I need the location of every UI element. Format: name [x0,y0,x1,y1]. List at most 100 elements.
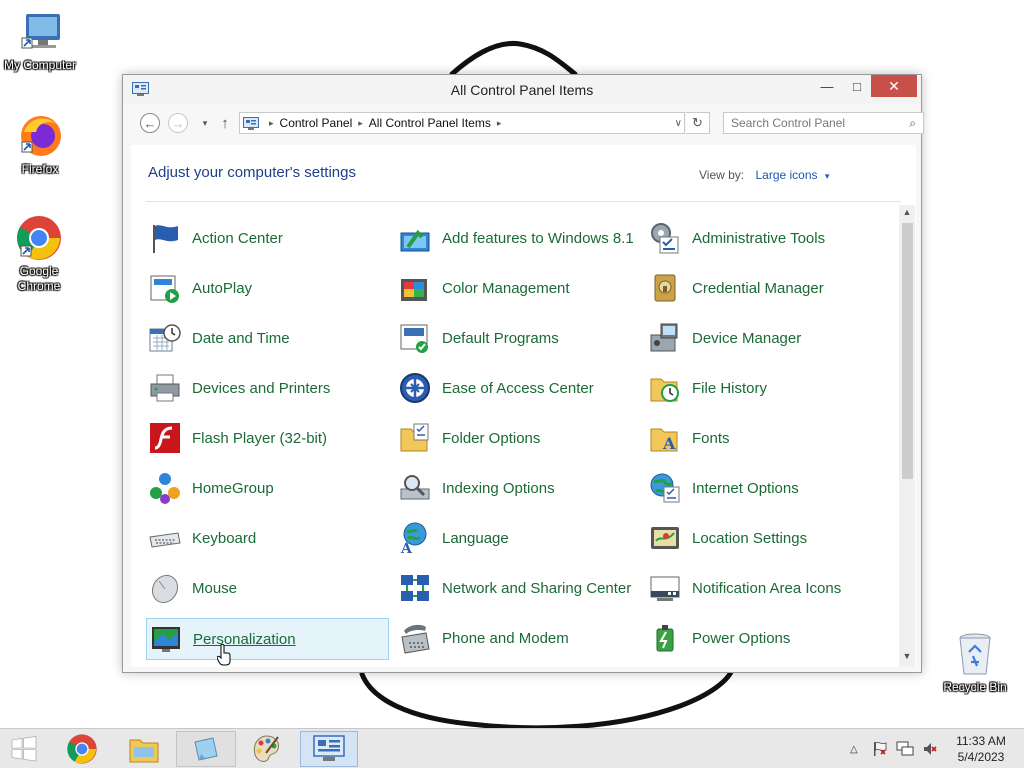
breadcrumb-separator[interactable]: ▸ [358,118,363,129]
desktop-icon-google-chrome[interactable]: Google Chrome [0,214,79,294]
scroll-up-arrow[interactable]: ▲ [899,207,915,221]
action-center-flag-icon[interactable] [872,741,888,757]
search-icon[interactable]: ⌕ [909,116,916,131]
item-devices-and-printers[interactable]: Devices and Printers [146,368,388,408]
chevron-down-icon[interactable]: ▾ [825,171,830,181]
divider [146,201,901,202]
item-mouse[interactable]: Mouse [146,568,388,608]
close-button[interactable]: ✕ [871,75,917,97]
item-add-features[interactable]: Add features to Windows 8.1 [396,218,638,258]
start-button[interactable] [0,731,48,767]
item-internet-options[interactable]: Internet Options [646,468,888,508]
network-tray-icon[interactable] [896,741,914,757]
desktop-icon-my-computer[interactable]: My Computer [0,8,80,73]
address-bar[interactable]: ▸ Control Panel ▸ All Control Panel Item… [239,112,685,134]
item-indexing-options[interactable]: Indexing Options [396,468,638,508]
recent-locations-button[interactable]: ▾ [195,113,215,133]
taskbar-chrome[interactable] [54,731,110,767]
breadcrumb-control-panel[interactable]: Control Panel [280,116,353,130]
item-administrative-tools[interactable]: Administrative Tools [646,218,888,258]
item-label: Ease of Access Center [442,379,594,397]
item-folder-options[interactable]: Folder Options [396,418,638,458]
system-tray: △ [850,729,938,768]
item-location-settings[interactable]: Location Settings [646,518,888,558]
item-label: Devices and Printers [192,379,331,397]
breadcrumb-separator[interactable]: ▸ [269,118,274,129]
desktop-icon-recycle-bin[interactable]: Recycle Bin [935,630,1015,695]
volume-muted-icon[interactable] [922,741,938,757]
taskbar-paint[interactable] [238,731,294,767]
flag-icon [153,225,178,253]
item-language[interactable]: A Language [396,518,638,558]
sticky-notes-icon [194,737,218,761]
desktop-icon-label: Firefox [21,162,59,176]
item-date-and-time[interactable]: Date and Time [146,318,388,358]
item-color-management[interactable]: Color Management [396,268,638,308]
up-button[interactable]: ↑ [215,113,235,133]
desktop-icon-firefox[interactable]: Firefox [0,112,80,177]
address-dropdown-icon[interactable]: ∨ [675,118,682,129]
item-label: Indexing Options [442,479,555,497]
item-keyboard[interactable]: Keyboard [146,518,388,558]
location-icon [651,527,679,549]
globe-icon [650,473,680,503]
svg-text:A: A [400,541,413,555]
item-label: Power Options [692,629,791,647]
scroll-down-arrow[interactable]: ▼ [899,651,915,665]
refresh-button[interactable]: ↻ [686,112,710,134]
printer-icon [150,374,180,402]
item-homegroup[interactable]: HomeGroup [146,468,388,508]
item-action-center[interactable]: Action Center [146,218,388,258]
view-by-dropdown[interactable]: Large icons [755,168,817,182]
item-personalization[interactable]: Personalization [146,618,389,660]
item-notification-area-icons[interactable]: Notification Area Icons [646,568,888,608]
control-panel-items-grid: Action Center Add features to Windows 8.… [146,205,896,665]
item-flash-player[interactable]: Flash Player (32-bit) [146,418,388,458]
item-label: Default Programs [442,329,559,347]
item-device-manager[interactable]: Device Manager [646,318,888,358]
autoplay-icon [150,275,179,303]
item-fonts[interactable]: A Fonts [646,418,888,458]
taskbar-control-panel[interactable] [300,731,358,767]
search-box[interactable]: ⌕ [723,112,924,134]
item-default-programs[interactable]: Default Programs [396,318,638,358]
back-button[interactable]: ← [140,113,160,133]
item-label: Device Manager [692,329,802,347]
power-icon [656,625,674,652]
clock-time: 11:33 AM [956,734,1006,748]
admin-tools-icon [651,223,679,254]
network-icon [401,575,429,601]
item-credential-manager[interactable]: Credential Manager [646,268,888,308]
item-label: Personalization [193,630,296,648]
vertical-scrollbar[interactable]: ▲ ▼ [899,205,915,667]
item-label: HomeGroup [192,479,274,497]
homegroup-icon [150,473,180,504]
show-hidden-icons-button[interactable]: △ [850,744,858,755]
taskbar-app[interactable] [176,731,236,767]
control-panel-icon [313,735,345,761]
folder-options-icon [400,423,429,452]
minimize-button[interactable]: — [812,75,842,97]
item-power-options[interactable]: Power Options [646,618,888,658]
breadcrumb-all-items[interactable]: All Control Panel Items [369,116,491,130]
item-phone-and-modem[interactable]: Phone and Modem [396,618,638,658]
control-panel-window: All Control Panel Items — □ ✕ ← → ▾ ↑ ▸ … [122,74,924,673]
breadcrumb-separator[interactable]: ▸ [497,118,502,129]
default-programs-icon [400,324,428,353]
taskbar-clock[interactable]: 11:33 AM 5/4/2023 [950,733,1012,765]
desktop-icon-label: My Computer [3,58,77,72]
maximize-button[interactable]: □ [842,75,872,97]
item-label: Fonts [692,429,730,447]
window-titlebar[interactable]: All Control Panel Items — □ ✕ [123,75,921,105]
item-network-and-sharing[interactable]: Network and Sharing Center [396,568,638,608]
item-file-history[interactable]: File History [646,368,888,408]
item-autoplay[interactable]: AutoPlay [146,268,388,308]
item-label: Keyboard [192,529,257,547]
add-features-icon [400,229,430,252]
forward-button[interactable]: → [168,113,188,133]
chrome-icon [15,214,63,262]
taskbar-file-explorer[interactable] [116,731,172,767]
item-ease-of-access[interactable]: Ease of Access Center [396,368,638,408]
search-input[interactable] [731,116,891,130]
scroll-thumb[interactable] [902,223,913,479]
